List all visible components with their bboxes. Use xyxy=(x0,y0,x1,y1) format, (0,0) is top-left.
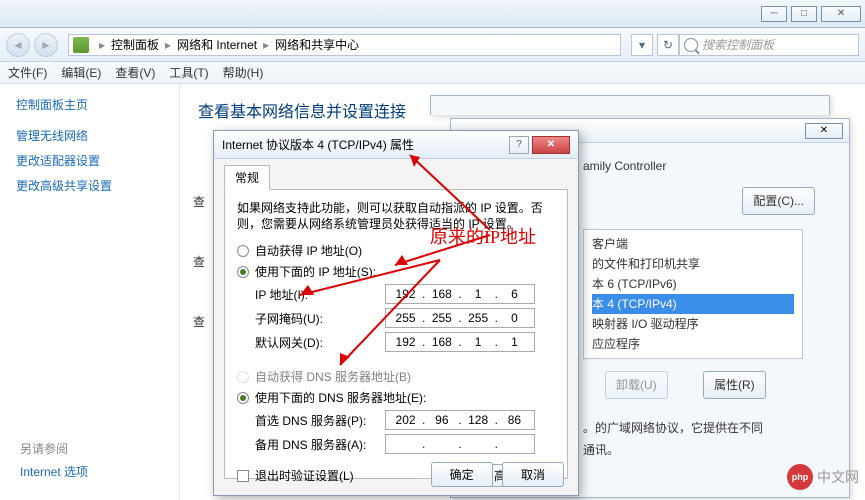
forward-button[interactable]: ► xyxy=(34,33,58,57)
search-icon xyxy=(684,38,698,52)
breadcrumb-item[interactable]: 控制面板 xyxy=(111,36,159,53)
search-placeholder: 搜索控制面板 xyxy=(702,36,774,53)
list-item[interactable]: 本 6 (TCP/IPv6) xyxy=(592,274,794,294)
watermark-text: 中文网 xyxy=(817,467,859,487)
radio-static-dns[interactable]: 使用下面的 DNS 服务器地址(E): xyxy=(237,389,555,406)
close-icon[interactable]: ✕ xyxy=(805,123,843,139)
annotation-text: 原来的IP地址 xyxy=(430,223,536,249)
dns2-label: 备用 DNS 服务器(A): xyxy=(255,436,385,453)
sidebar: 控制面板主页 管理无线网络 更改适配器设置 更改高级共享设置 另请参阅 Inte… xyxy=(0,84,180,500)
navigation-bar: ◄ ► ▸ 控制面板 ▸ 网络和 Internet ▸ 网络和共享中心 ▾ ↻ … xyxy=(0,28,865,62)
sidebar-link-adapter[interactable]: 更改适配器设置 xyxy=(16,152,163,169)
configure-button[interactable]: 配置(C)... xyxy=(742,187,815,215)
menu-view[interactable]: 查看(V) xyxy=(115,64,155,81)
menu-edit[interactable]: 编辑(E) xyxy=(61,64,101,81)
menu-tools[interactable]: 工具(T) xyxy=(169,64,208,81)
sidebar-title[interactable]: 控制面板主页 xyxy=(16,96,163,113)
tab-general[interactable]: 常规 xyxy=(224,165,270,190)
watermark-logo-icon: php xyxy=(787,464,813,490)
sidebar-link-sharing[interactable]: 更改高级共享设置 xyxy=(16,177,163,194)
search-input[interactable]: 搜索控制面板 xyxy=(679,34,859,56)
control-panel-icon xyxy=(73,37,89,53)
dns1-input[interactable]: 202.96.128.86 xyxy=(385,410,535,430)
minimize-button[interactable]: ─ xyxy=(761,6,787,22)
sidebar-link-wireless[interactable]: 管理无线网络 xyxy=(16,127,163,144)
truncated-text: 查查查 xyxy=(193,172,213,352)
chevron-right-icon: ▸ xyxy=(263,38,269,52)
protocol-desc2: 通讯。 xyxy=(583,443,619,457)
dns1-label: 首选 DNS 服务器(P): xyxy=(255,412,385,429)
maximize-button[interactable]: □ xyxy=(791,6,817,22)
controller-name: amily Controller xyxy=(583,159,666,173)
breadcrumb-item[interactable]: 网络和 Internet xyxy=(177,36,257,53)
dropdown-button[interactable]: ▾ xyxy=(631,34,653,56)
ok-button[interactable]: 确定 xyxy=(431,462,493,487)
list-item[interactable]: 客户端 xyxy=(592,234,794,254)
chevron-right-icon: ▸ xyxy=(99,38,105,52)
protocol-desc: 。的广域网络协议，它提供在不同 xyxy=(583,421,763,435)
close-button[interactable]: ✕ xyxy=(821,6,861,22)
list-item[interactable]: 本 4 (TCP/IPv4) xyxy=(592,294,794,314)
list-item[interactable]: 应应程序 xyxy=(592,334,794,354)
uninstall-button[interactable]: 卸载(U) xyxy=(605,371,668,399)
cancel-button[interactable]: 取消 xyxy=(502,462,564,487)
list-item[interactable]: 的文件和打印机共享 xyxy=(592,254,794,274)
menu-help[interactable]: 帮助(H) xyxy=(223,64,264,81)
annotation-arrow-icon xyxy=(280,255,460,375)
chevron-right-icon: ▸ xyxy=(165,38,171,52)
properties-button[interactable]: 属性(R) xyxy=(703,371,766,399)
sidebar-footer-link[interactable]: Internet 选项 xyxy=(20,463,88,480)
watermark: php 中文网 xyxy=(787,464,859,490)
background-dialog-1 xyxy=(430,95,830,115)
dns2-input[interactable]: ... xyxy=(385,434,535,454)
breadcrumb-item[interactable]: 网络和共享中心 xyxy=(275,36,359,53)
list-item[interactable]: 映射器 I/O 驱动程序 xyxy=(592,314,794,334)
sidebar-footer: 另请参阅 Internet 选项 xyxy=(20,440,88,480)
refresh-button[interactable]: ↻ xyxy=(657,34,679,56)
back-button[interactable]: ◄ xyxy=(6,33,30,57)
help-button[interactable]: ? xyxy=(509,136,529,154)
dialog-close-button[interactable]: ✕ xyxy=(532,136,570,154)
breadcrumb[interactable]: ▸ 控制面板 ▸ 网络和 Internet ▸ 网络和共享中心 xyxy=(68,34,621,56)
menu-bar: 文件(F) 编辑(E) 查看(V) 工具(T) 帮助(H) xyxy=(0,62,865,84)
sidebar-footer-title: 另请参阅 xyxy=(20,440,88,457)
window-titlebar: ─ □ ✕ xyxy=(0,0,865,28)
menu-file[interactable]: 文件(F) xyxy=(8,64,47,81)
